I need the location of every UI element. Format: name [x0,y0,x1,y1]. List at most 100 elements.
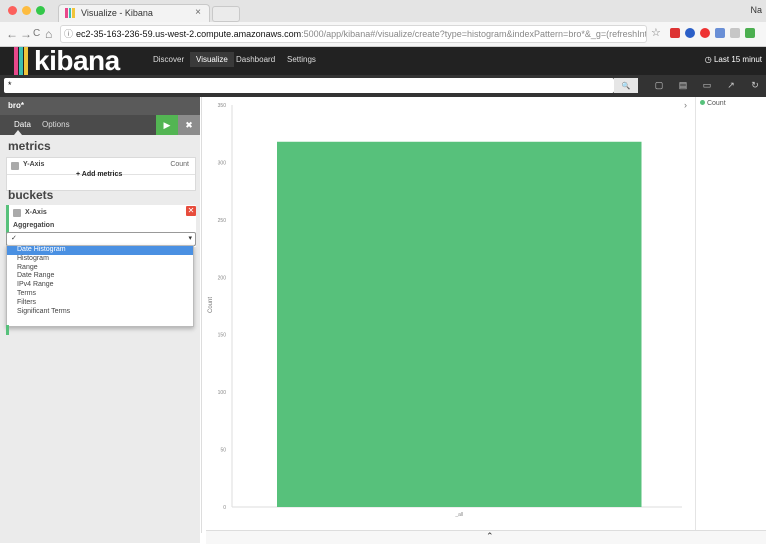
minimize-window-icon[interactable] [22,6,31,15]
remove-bucket-button[interactable]: ✕ [186,206,196,216]
tab-options[interactable]: Options [42,120,70,129]
checkmark-icon: ✓ [11,235,17,242]
option-histogram[interactable]: Histogram [7,255,193,264]
x-tick-label: _all [454,512,463,518]
extension-green-icon[interactable] [745,28,755,38]
y-tick-label: 350 [218,103,227,109]
logo-bar-pink [14,47,18,75]
kibana-navbar: kibana Discover Visualize Dashboard Sett… [0,45,766,77]
logo-bar-yellow [24,47,28,75]
legend-item-label: Count [706,100,726,107]
back-icon[interactable]: ← [6,27,18,41]
chevron-down-icon: ▾ [188,235,192,242]
extension-record-icon[interactable] [700,28,710,38]
bars [277,141,642,508]
y-axis-aggregation: Count [170,161,189,168]
extension-screen-icon[interactable] [730,28,740,38]
extension-blue-icon[interactable] [685,28,695,38]
nav-discover[interactable]: Discover [153,55,184,64]
index-pattern-name: bro* [8,101,24,110]
option-ipv4-range[interactable]: IPv4 Range [7,281,193,290]
logo-bar-teal [19,47,23,75]
index-pattern-row: bro* [0,97,200,115]
chart-panel: 0 50 100 150 200 250 300 350 _all Count [201,97,695,533]
extension-red-icon[interactable] [670,28,680,38]
active-tab-caret [14,130,22,135]
time-picker[interactable]: ◷ Last 15 minut [705,55,762,64]
editor-sidebar: bro* Data Options ▶ ✖ ‹ metrics Y-Axis C… [0,97,204,543]
clock-icon: ◷ [704,55,712,64]
y-tick-label: 250 [218,218,227,224]
new-tab-button[interactable] [212,6,240,22]
histogram-chart: 0 50 100 150 200 250 300 350 _all Count [208,103,682,518]
expand-toggle-icon[interactable] [13,209,21,217]
x-axis: _all [454,512,463,518]
legend-swatch [700,100,705,105]
x-axis-label: X-Axis [25,209,47,216]
share-icon[interactable]: ↗ [726,80,736,90]
browser-tab[interactable]: Visualize - Kibana × [58,4,210,23]
forward-icon[interactable]: → [20,27,32,41]
close-window-icon[interactable] [8,6,17,15]
aggregation-label: Aggregation [13,222,55,229]
user-profile-label[interactable]: Na [750,5,762,15]
open-visualization-icon[interactable]: ▭ [702,80,712,90]
apply-changes-button[interactable]: ▶ [156,115,178,135]
address-bar-row: ← → C ⌂ ⓘ ec2-35-163-236-59.us-west-2.com… [0,22,766,47]
y-tick-label: 200 [218,275,227,281]
close-icon: ✖ [185,120,193,130]
reload-icon[interactable]: C [33,28,40,39]
tab-title: Visualize - Kibana [81,8,153,18]
option-date-range[interactable]: Date Range [7,272,193,281]
legend-item-count[interactable]: Count [700,100,726,107]
bucket-accent-strip [6,325,9,335]
metrics-heading: metrics [8,139,51,153]
y-axis-title: Count [208,297,214,313]
bookmark-star-icon[interactable]: ☆ [651,26,661,39]
kibana-logo[interactable]: kibana [34,45,120,77]
option-range[interactable]: Range [7,264,193,273]
extension-puzzle-icon[interactable] [715,28,725,38]
legend-toggle-icon[interactable]: › [684,100,687,110]
option-filters[interactable]: Filters [7,299,193,308]
option-significant-terms[interactable]: Significant Terms [7,308,193,317]
option-terms[interactable]: Terms [7,290,193,299]
y-tick-label: 150 [218,333,227,339]
save-visualization-icon[interactable]: ▤ [678,80,688,90]
kibana-favicon-icon [65,8,76,18]
url-host: ec2-35-163-236-59.us-west-2.compute.amaz… [76,29,302,39]
aggregation-select[interactable]: ✓ ▾ [6,232,196,246]
bar-_all[interactable] [277,141,642,508]
play-icon: ▶ [163,120,171,130]
expand-toggle-icon[interactable] [11,162,19,170]
tab-close-icon[interactable]: × [195,7,201,18]
delete-icon: ✕ [187,206,195,215]
option-date-histogram[interactable]: Date Histogram [7,246,193,255]
search-button[interactable]: 🔍 [614,78,638,93]
home-icon[interactable]: ⌂ [45,27,52,41]
nav-settings[interactable]: Settings [287,55,316,64]
browser-title-bar: Visualize - Kibana × Na [0,0,766,23]
query-input[interactable]: * [4,78,614,93]
y-tick-label: 0 [223,505,226,511]
refresh-icon[interactable]: ↻ [750,80,760,90]
spy-panel-toggle[interactable]: ⌃ [206,530,766,544]
discard-changes-button[interactable]: ✖ [178,115,200,135]
y-axis-label: Y-Axis [23,161,45,168]
chevron-up-icon: ⌃ [486,531,494,541]
legend-panel: › Count [684,97,766,533]
nav-dashboard[interactable]: Dashboard [236,55,275,64]
y-tick-label: 50 [220,448,226,454]
tab-data[interactable]: Data [14,120,31,129]
time-picker-label: Last 15 minut [713,55,762,64]
url-field[interactable]: ⓘ ec2-35-163-236-59.us-west-2.compute.ama… [60,25,647,43]
new-visualization-icon[interactable]: ▢ [654,80,664,90]
aggregation-dropdown: Date Histogram Histogram Range Date Rang… [6,245,194,327]
nav-visualize[interactable]: Visualize [190,52,234,67]
url-path: :5000/app/kibana#/visualize/create?type=… [301,29,647,39]
maximize-window-icon[interactable] [36,6,45,15]
site-info-icon[interactable]: ⓘ [61,29,76,39]
buckets-heading: buckets [8,188,54,202]
query-bar: * 🔍 ▢ ▤ ▭ ↗ ↻ [0,75,766,97]
add-metrics-button[interactable]: + Add metrics [76,171,122,178]
